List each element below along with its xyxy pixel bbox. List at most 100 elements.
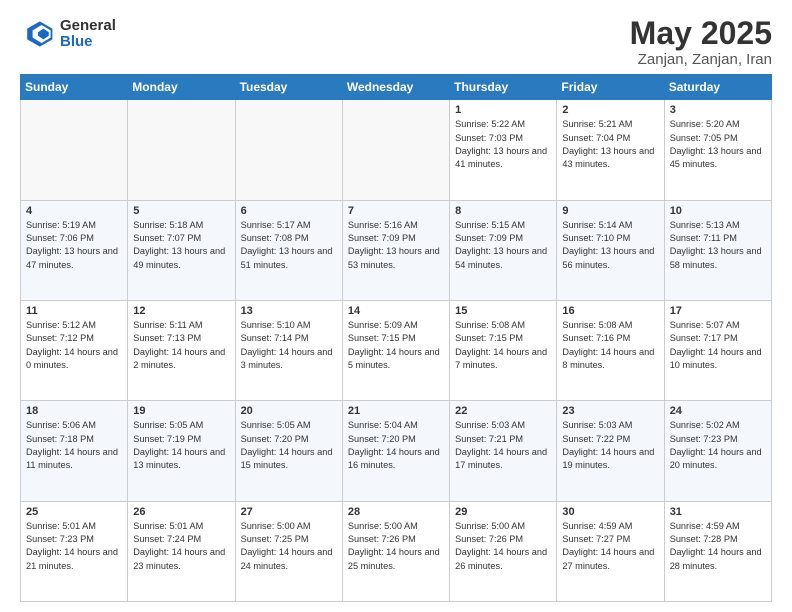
table-row: 8Sunrise: 5:15 AMSunset: 7:09 PMDaylight…	[450, 200, 557, 300]
day-info: Sunrise: 5:00 AMSunset: 7:26 PMDaylight:…	[455, 520, 551, 573]
table-row: 30 Sunrise: 4:59 AMSunset: 7:27 PMDayligh…	[557, 501, 664, 601]
table-row: 26 Sunrise: 5:01 AMSunset: 7:24 PMDayligh…	[128, 501, 235, 601]
table-row: 10Sunrise: 5:13 AMSunset: 7:11 PMDayligh…	[664, 200, 771, 300]
calendar-week-row: 1 Sunrise: 5:22 AMSunset: 7:03 PMDaylight…	[21, 100, 772, 200]
day-info: Sunrise: 5:01 AMSunset: 7:23 PMDaylight:…	[26, 520, 122, 573]
day-info: Sunrise: 5:08 AMSunset: 7:15 PMDaylight:…	[455, 319, 551, 372]
calendar-week-row: 18Sunrise: 5:06 AMSunset: 7:18 PMDayligh…	[21, 401, 772, 501]
day-info: Sunrise: 5:18 AMSunset: 7:07 PMDaylight:…	[133, 219, 229, 272]
day-info: Sunrise: 5:14 AMSunset: 7:10 PMDaylight:…	[562, 219, 658, 272]
table-row	[342, 100, 449, 200]
day-number: 4	[26, 205, 122, 217]
day-number: 24	[670, 405, 766, 417]
table-row	[21, 100, 128, 200]
logo-general-text: General	[60, 18, 116, 35]
day-number: 13	[241, 305, 337, 317]
day-number: 2	[562, 104, 658, 116]
table-row: 16 Sunrise: 5:08 AMSunset: 7:16 PMDayligh…	[557, 300, 664, 400]
day-info: Sunrise: 5:21 AMSunset: 7:04 PMDaylight:…	[562, 118, 658, 171]
col-friday: Friday	[557, 75, 664, 100]
logo-blue-text: Blue	[60, 34, 116, 51]
day-number: 22	[455, 405, 551, 417]
day-info: Sunrise: 5:17 AMSunset: 7:08 PMDaylight:…	[241, 219, 337, 272]
day-info: Sunrise: 5:00 AMSunset: 7:26 PMDaylight:…	[348, 520, 444, 573]
day-number: 9	[562, 205, 658, 217]
day-info: Sunrise: 5:01 AMSunset: 7:24 PMDaylight:…	[133, 520, 229, 573]
calendar-location: Zanjan, Zanjan, Iran	[630, 51, 772, 68]
col-thursday: Thursday	[450, 75, 557, 100]
logo: General Blue	[20, 16, 116, 52]
day-number: 14	[348, 305, 444, 317]
day-number: 21	[348, 405, 444, 417]
day-number: 7	[348, 205, 444, 217]
day-number: 27	[241, 506, 337, 518]
day-info: Sunrise: 5:11 AMSunset: 7:13 PMDaylight:…	[133, 319, 229, 372]
day-info: Sunrise: 5:22 AMSunset: 7:03 PMDaylight:…	[455, 118, 551, 171]
day-info: Sunrise: 5:09 AMSunset: 7:15 PMDaylight:…	[348, 319, 444, 372]
day-info: Sunrise: 5:03 AMSunset: 7:21 PMDaylight:…	[455, 419, 551, 472]
day-number: 6	[241, 205, 337, 217]
table-row: 25Sunrise: 5:01 AMSunset: 7:23 PMDayligh…	[21, 501, 128, 601]
day-number: 23	[562, 405, 658, 417]
day-number: 30	[562, 506, 658, 518]
logo-icon	[20, 16, 56, 52]
day-info: Sunrise: 5:05 AMSunset: 7:19 PMDaylight:…	[133, 419, 229, 472]
table-row: 7 Sunrise: 5:16 AMSunset: 7:09 PMDaylight…	[342, 200, 449, 300]
day-info: Sunrise: 5:13 AMSunset: 7:11 PMDaylight:…	[670, 219, 766, 272]
day-info: Sunrise: 5:07 AMSunset: 7:17 PMDaylight:…	[670, 319, 766, 372]
page: General Blue May 2025 Zanjan, Zanjan, Ir…	[0, 0, 792, 612]
table-row: 4Sunrise: 5:19 AMSunset: 7:06 PMDaylight…	[21, 200, 128, 300]
day-number: 8	[455, 205, 551, 217]
table-row: 28Sunrise: 5:00 AMSunset: 7:26 PMDayligh…	[342, 501, 449, 601]
day-number: 11	[26, 305, 122, 317]
table-row: 31Sunrise: 4:59 AMSunset: 7:28 PMDayligh…	[664, 501, 771, 601]
table-row: 22 Sunrise: 5:03 AMSunset: 7:21 PMDayligh…	[450, 401, 557, 501]
table-row: 2 Sunrise: 5:21 AMSunset: 7:04 PMDaylight…	[557, 100, 664, 200]
table-row: 9 Sunrise: 5:14 AMSunset: 7:10 PMDaylight…	[557, 200, 664, 300]
day-number: 3	[670, 104, 766, 116]
day-number: 20	[241, 405, 337, 417]
table-row: 18Sunrise: 5:06 AMSunset: 7:18 PMDayligh…	[21, 401, 128, 501]
table-row: 14 Sunrise: 5:09 AMSunset: 7:15 PMDayligh…	[342, 300, 449, 400]
table-row: 5 Sunrise: 5:18 AMSunset: 7:07 PMDaylight…	[128, 200, 235, 300]
calendar-title: May 2025	[630, 16, 772, 51]
calendar-week-row: 25Sunrise: 5:01 AMSunset: 7:23 PMDayligh…	[21, 501, 772, 601]
logo-text: General Blue	[60, 18, 116, 51]
calendar-header-row: Sunday Monday Tuesday Wednesday Thursday…	[21, 75, 772, 100]
col-sunday: Sunday	[21, 75, 128, 100]
table-row: 27Sunrise: 5:00 AMSunset: 7:25 PMDayligh…	[235, 501, 342, 601]
table-row: 12 Sunrise: 5:11 AMSunset: 7:13 PMDayligh…	[128, 300, 235, 400]
day-number: 12	[133, 305, 229, 317]
day-info: Sunrise: 5:02 AMSunset: 7:23 PMDaylight:…	[670, 419, 766, 472]
calendar-week-row: 11 Sunrise: 5:12 AMSunset: 7:12 PMDayligh…	[21, 300, 772, 400]
day-info: Sunrise: 4:59 AMSunset: 7:27 PMDaylight:…	[562, 520, 658, 573]
table-row: 29Sunrise: 5:00 AMSunset: 7:26 PMDayligh…	[450, 501, 557, 601]
calendar-week-row: 4Sunrise: 5:19 AMSunset: 7:06 PMDaylight…	[21, 200, 772, 300]
col-saturday: Saturday	[664, 75, 771, 100]
title-block: May 2025 Zanjan, Zanjan, Iran	[630, 16, 772, 68]
day-number: 18	[26, 405, 122, 417]
day-info: Sunrise: 5:20 AMSunset: 7:05 PMDaylight:…	[670, 118, 766, 171]
table-row: 3 Sunrise: 5:20 AMSunset: 7:05 PMDaylight…	[664, 100, 771, 200]
table-row: 21 Sunrise: 5:04 AMSunset: 7:20 PMDayligh…	[342, 401, 449, 501]
day-number: 1	[455, 104, 551, 116]
day-info: Sunrise: 5:03 AMSunset: 7:22 PMDaylight:…	[562, 419, 658, 472]
table-row: 1 Sunrise: 5:22 AMSunset: 7:03 PMDaylight…	[450, 100, 557, 200]
day-info: Sunrise: 5:16 AMSunset: 7:09 PMDaylight:…	[348, 219, 444, 272]
day-info: Sunrise: 5:10 AMSunset: 7:14 PMDaylight:…	[241, 319, 337, 372]
day-number: 16	[562, 305, 658, 317]
day-info: Sunrise: 5:12 AMSunset: 7:12 PMDaylight:…	[26, 319, 122, 372]
table-row: 17Sunrise: 5:07 AMSunset: 7:17 PMDayligh…	[664, 300, 771, 400]
header: General Blue May 2025 Zanjan, Zanjan, Ir…	[20, 16, 772, 68]
calendar-table: Sunday Monday Tuesday Wednesday Thursday…	[20, 74, 772, 602]
day-number: 5	[133, 205, 229, 217]
day-info: Sunrise: 5:04 AMSunset: 7:20 PMDaylight:…	[348, 419, 444, 472]
day-info: Sunrise: 5:05 AMSunset: 7:20 PMDaylight:…	[241, 419, 337, 472]
day-number: 15	[455, 305, 551, 317]
day-number: 26	[133, 506, 229, 518]
day-number: 31	[670, 506, 766, 518]
day-info: Sunrise: 5:08 AMSunset: 7:16 PMDaylight:…	[562, 319, 658, 372]
table-row: 6 Sunrise: 5:17 AMSunset: 7:08 PMDaylight…	[235, 200, 342, 300]
col-tuesday: Tuesday	[235, 75, 342, 100]
day-number: 19	[133, 405, 229, 417]
